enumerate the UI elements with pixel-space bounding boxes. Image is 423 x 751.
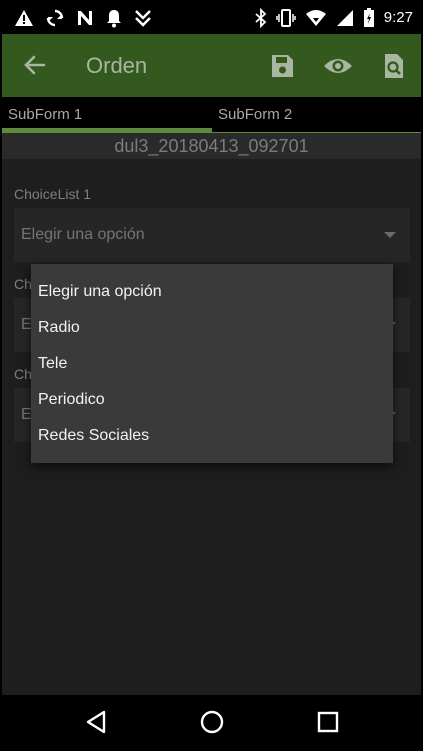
choicelist-3-label: Ch <box>14 366 32 382</box>
tab-label: SubForm 1 <box>8 106 83 123</box>
save-icon[interactable] <box>268 52 296 80</box>
back-triangle-icon[interactable] <box>84 709 110 735</box>
download-icon <box>134 9 152 27</box>
phone-screen: 9:27 Orden SubForm 1 SubForm 2 dul3_2018… <box>0 0 423 751</box>
vibrate-icon <box>276 8 296 28</box>
tab-subform-2[interactable]: SubForm 2 <box>212 97 422 133</box>
tab-label: SubForm 2 <box>218 106 293 123</box>
search-document-icon[interactable] <box>380 52 408 80</box>
navigation-bar <box>2 695 421 749</box>
dropdown-option[interactable]: Radio <box>31 310 393 346</box>
warning-icon <box>14 9 34 27</box>
arrow-left-icon[interactable] <box>22 52 48 78</box>
n-icon <box>76 9 94 27</box>
status-bar: 9:27 <box>2 2 421 34</box>
chevron-down-icon <box>384 232 396 238</box>
record-id: dul3_20180413_092701 <box>2 133 421 159</box>
sync-icon <box>45 8 65 28</box>
eye-icon[interactable] <box>323 52 352 80</box>
clock: 9:27 <box>383 9 413 26</box>
home-circle-icon[interactable] <box>199 709 225 735</box>
screen-title: Orden <box>86 53 148 78</box>
choicelist-1-select[interactable]: Elegir una opción <box>14 208 410 262</box>
tab-bar: SubForm 1 SubForm 2 <box>2 97 421 133</box>
wifi-icon <box>305 9 327 27</box>
dropdown-option[interactable]: Tele <box>31 346 393 382</box>
dropdown-option[interactable]: Redes Sociales <box>31 418 393 454</box>
recents-square-icon[interactable] <box>315 709 341 735</box>
bluetooth-icon <box>255 8 267 28</box>
dropdown-option[interactable]: Periodico <box>31 382 393 418</box>
app-bar: Orden <box>2 34 421 97</box>
choicelist-1-label: ChoiceList 1 <box>14 186 92 202</box>
battery-icon <box>363 8 375 28</box>
choicelist-2-label: Ch <box>14 276 32 292</box>
dropdown-menu: Elegir una opción Radio Tele Periodico R… <box>31 264 393 463</box>
bell-icon <box>105 8 123 28</box>
select-value: Elegir una opción <box>21 226 145 243</box>
signal-icon <box>336 9 354 27</box>
dropdown-option[interactable]: Elegir una opción <box>31 274 393 310</box>
tab-subform-1[interactable]: SubForm 1 <box>2 97 212 133</box>
